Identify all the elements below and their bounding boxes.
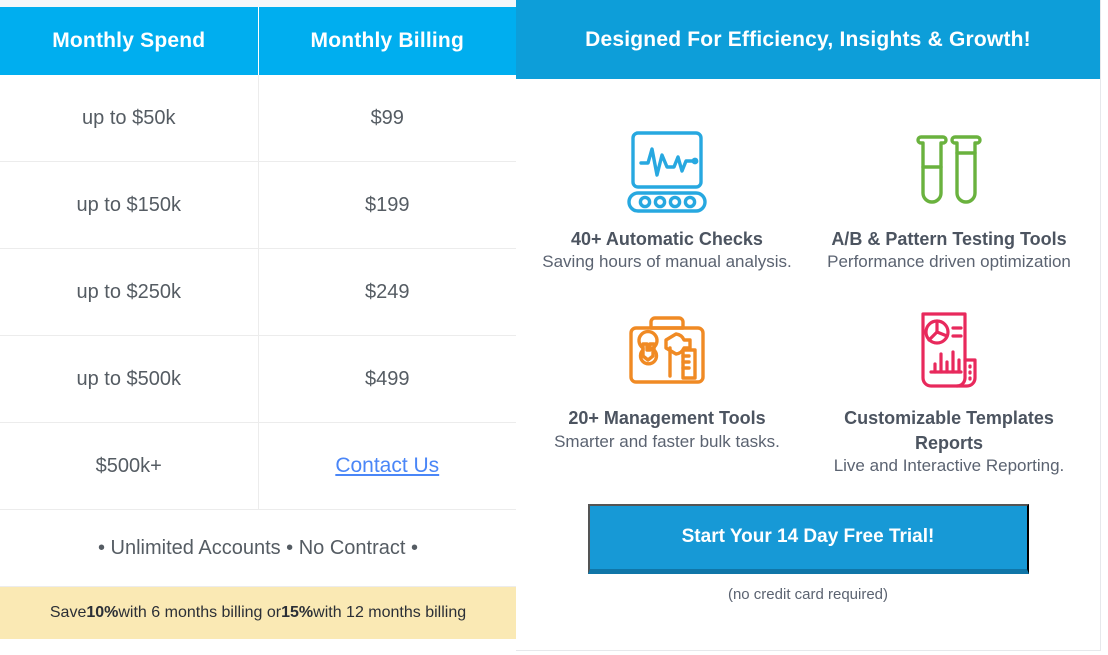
cell-billing: $499 [258, 335, 516, 423]
column-header-monthly-spend: Monthly Spend [0, 7, 259, 75]
cell-billing: $249 [258, 248, 516, 336]
cell-billing: $199 [258, 161, 516, 249]
feature-title: 40+ Automatic Checks [571, 229, 763, 249]
table-row: up to $250k $249 [0, 248, 516, 336]
feature-customizable-reports: Customizable Templates Reports Live and … [808, 302, 1090, 478]
table-row: up to $50k $99 [0, 75, 516, 162]
cell-billing-contact: Contact Us [258, 422, 516, 510]
feature-management-tools: 20+ Management Tools Smarter and faster … [526, 302, 808, 478]
cell-spend: up to $250k [0, 248, 259, 336]
table-row: up to $150k $199 [0, 161, 516, 249]
pricing-page: Monthly Spend Monthly Billing up to $50k… [0, 0, 1108, 655]
save-discount-2: 15% [281, 604, 314, 621]
pricing-table-panel: Monthly Spend Monthly Billing up to $50k… [0, 0, 516, 655]
cta-area: Start Your 14 Day Free Trial! (no credit… [516, 503, 1100, 603]
feature-subtitle: Performance driven optimization [827, 252, 1071, 272]
save-discount-1: 10% [86, 604, 119, 621]
cell-spend: $500k+ [0, 422, 259, 510]
toolbox-icon [621, 302, 713, 398]
feature-title: A/B & Pattern Testing Tools [831, 229, 1067, 249]
cell-spend: up to $50k [0, 75, 259, 162]
features-panel: Designed For Efficiency, Insights & Grow… [516, 0, 1101, 651]
table-row: up to $500k $499 [0, 335, 516, 423]
cell-spend: up to $150k [0, 161, 259, 249]
save-discount-banner: Save 10% with 6 months billing or 15% wi… [0, 587, 516, 639]
feature-ab-pattern-testing: A/B & Pattern Testing Tools Performance … [808, 123, 1090, 274]
save-suffix: with 12 months billing [313, 604, 467, 621]
feature-automatic-checks: 40+ Automatic Checks Saving hours of man… [526, 123, 808, 274]
contact-us-link[interactable]: Contact Us [335, 454, 439, 477]
cell-billing: $99 [258, 75, 516, 162]
start-free-trial-button[interactable]: Start Your 14 Day Free Trial! [587, 503, 1029, 574]
column-header-monthly-billing: Monthly Billing [258, 7, 516, 75]
feature-title: Customizable Templates Reports [844, 408, 1054, 453]
features-panel-title: Designed For Efficiency, Insights & Grow… [516, 0, 1100, 79]
save-prefix: Save [49, 604, 87, 621]
pricing-table: Monthly Spend Monthly Billing up to $50k… [0, 7, 516, 510]
cta-note: (no credit card required) [727, 585, 889, 603]
top-strip [0, 0, 516, 7]
feature-subtitle: Saving hours of manual analysis. [542, 252, 792, 272]
feature-title: 20+ Management Tools [568, 408, 766, 429]
cell-spend: up to $500k [0, 335, 259, 423]
table-row: $500k+ Contact Us [0, 422, 516, 510]
report-document-icon [903, 302, 995, 398]
feature-subtitle: Smarter and faster bulk tasks. [554, 431, 780, 451]
pricing-table-header-row: Monthly Spend Monthly Billing [0, 7, 516, 75]
test-tubes-icon [903, 123, 995, 219]
save-middle: with 6 months billing or [118, 604, 282, 621]
features-grid: 40+ Automatic Checks Saving hours of man… [516, 79, 1100, 478]
feature-subtitle: Live and Interactive Reporting. [833, 455, 1065, 475]
monitor-heartbeat-icon [621, 123, 713, 219]
perks-line: • Unlimited Accounts • No Contract • [0, 510, 516, 587]
